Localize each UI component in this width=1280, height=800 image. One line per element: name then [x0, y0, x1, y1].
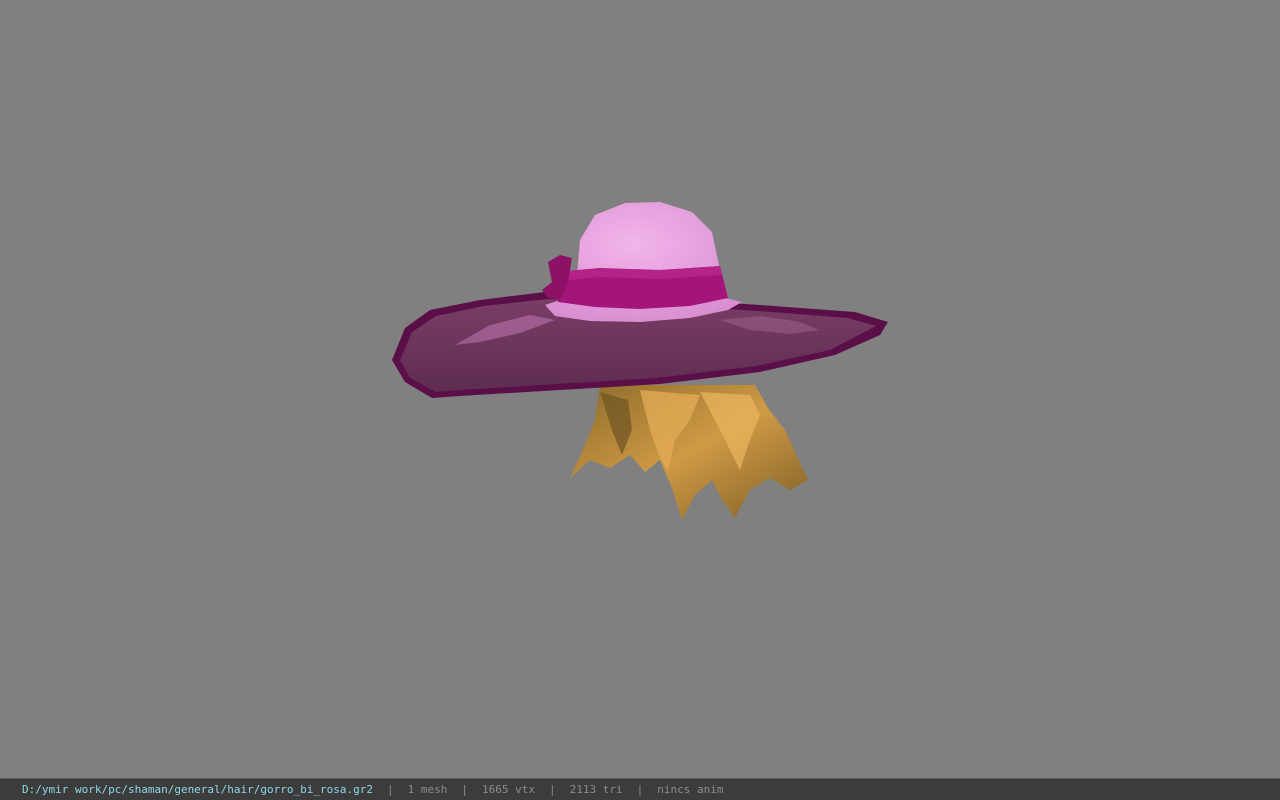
separator: | [548, 783, 556, 796]
separator: | [636, 783, 644, 796]
hat-with-hair-model [392, 202, 888, 520]
vertex-count: 1665 vtx [482, 783, 535, 796]
mesh-count: 1 mesh [407, 783, 448, 796]
hat-crown [542, 202, 742, 322]
hair-mesh [570, 385, 808, 520]
separator: | [387, 783, 394, 796]
triangle-count: 2113 tri [569, 783, 623, 796]
animation-status: nincs anim [657, 783, 724, 796]
3d-viewport[interactable] [0, 0, 1280, 778]
file-path: D:/ymir work/pc/shaman/general/hair/gorr… [22, 783, 373, 796]
separator: | [461, 783, 468, 796]
status-bar: D:/ymir work/pc/shaman/general/hair/gorr… [0, 778, 1280, 800]
